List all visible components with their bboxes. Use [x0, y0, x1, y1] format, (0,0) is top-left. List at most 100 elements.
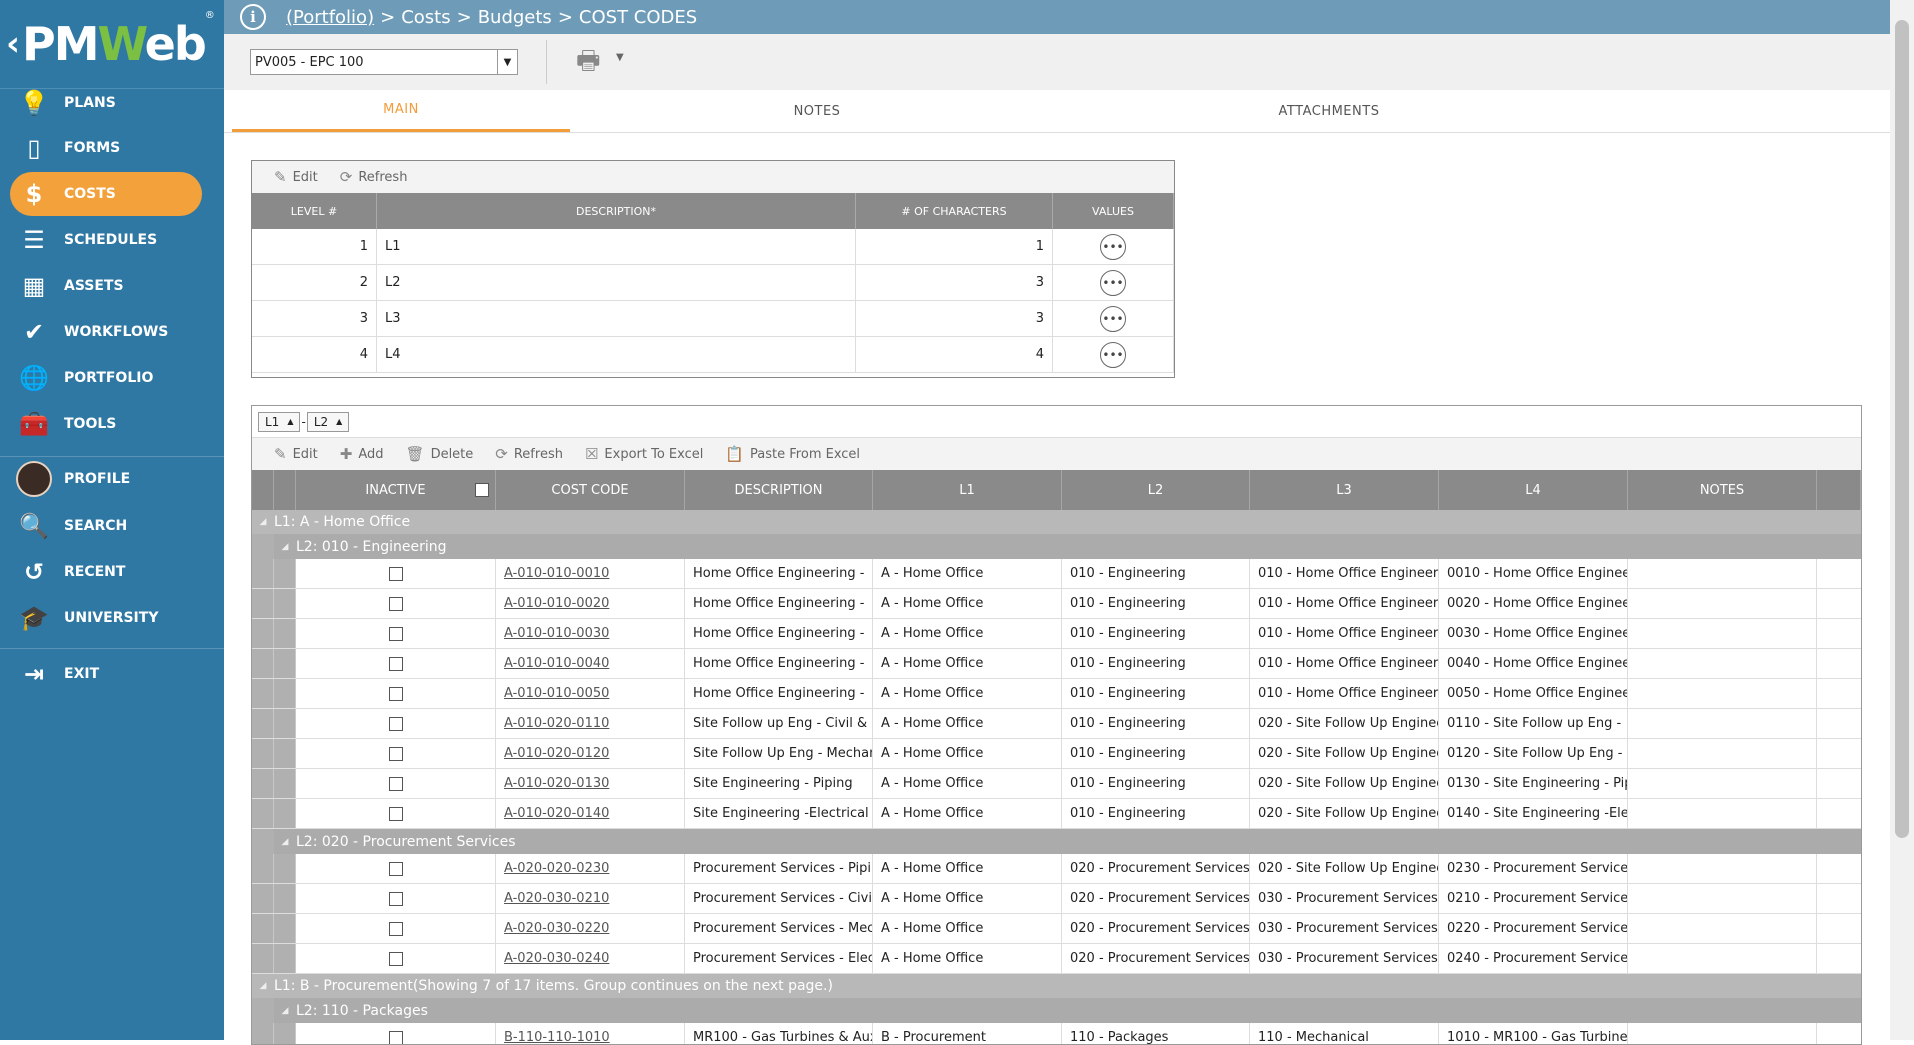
header-cost-code[interactable]: COST CODE [496, 470, 685, 510]
sidebar-item-costs[interactable]: $ COSTS [10, 172, 202, 216]
edit-button[interactable]: ✎ Edit [274, 445, 318, 463]
sidebar-item-profile[interactable]: PROFILE [10, 457, 202, 501]
table-row[interactable]: A-010-010-0020 Home Office Engineering - … [252, 589, 1861, 619]
table-row[interactable]: A-010-020-0140 Site Engineering -Electric… [252, 799, 1861, 829]
group-row-l2[interactable]: ◢ L2: 010 - Engineering [252, 534, 1861, 559]
more-options-icon[interactable]: ••• [1100, 305, 1126, 332]
inactive-checkbox[interactable] [388, 626, 403, 641]
collapse-icon[interactable]: ◢ [252, 981, 274, 991]
header-description[interactable]: DESCRIPTION* [377, 193, 856, 229]
table-row[interactable]: A-010-020-0130 Site Engineering - Piping A… [252, 769, 1861, 799]
header-notes[interactable]: NOTES [1628, 470, 1817, 510]
table-row[interactable]: A-010-020-0120 Site Follow Up Eng - Mecha… [252, 739, 1861, 769]
inactive-checkbox[interactable] [388, 686, 403, 701]
sidebar-item-schedules[interactable]: ☰ SCHEDULES [10, 218, 202, 262]
level-row[interactable]: 1 L1 1 ••• [252, 229, 1174, 265]
collapse-icon[interactable]: ◢ [252, 517, 274, 527]
table-row[interactable]: A-010-020-0110 Site Follow up Eng - Civil… [252, 709, 1861, 739]
paste-excel-button[interactable]: 📋 Paste From Excel [725, 445, 860, 463]
page-scrollbar[interactable] [1890, 0, 1914, 1040]
select-all-checkbox[interactable] [475, 483, 489, 497]
cost-code-link[interactable]: B-110-110-1010 [504, 1030, 610, 1044]
info-icon[interactable]: i [240, 4, 266, 30]
cost-code-link[interactable]: A-010-010-0020 [504, 596, 609, 611]
dropdown-arrow-icon[interactable]: ▼ [497, 50, 517, 74]
group-row-l1[interactable]: ◢ L1: B - Procurement(Showing 7 of 17 ite… [252, 974, 1861, 998]
sidebar-item-search[interactable]: 🔍 SEARCH [10, 504, 202, 548]
cost-code-link[interactable]: A-010-010-0030 [504, 626, 609, 641]
inactive-checkbox[interactable] [388, 566, 403, 581]
cost-code-link[interactable]: A-020-030-0210 [504, 891, 609, 906]
inactive-checkbox[interactable] [388, 716, 403, 731]
header-inactive[interactable]: INACTIVE [296, 470, 496, 510]
header-l4[interactable]: L4 [1439, 470, 1628, 510]
header-l3[interactable]: L3 [1250, 470, 1439, 510]
cost-code-link[interactable]: A-020-030-0220 [504, 921, 609, 936]
breadcrumb-portfolio-link[interactable]: (Portfolio) [286, 7, 374, 28]
cost-code-link[interactable]: A-010-010-0040 [504, 656, 609, 671]
level-row[interactable]: 2 L2 3 ••• [252, 265, 1174, 301]
group-row-l1[interactable]: ◢ L1: A - Home Office [252, 510, 1861, 534]
table-row[interactable]: A-020-030-0220 Procurement Services - Mec… [252, 914, 1861, 944]
header-level[interactable]: LEVEL # [252, 193, 377, 229]
sidebar-item-workflows[interactable]: ✔ WORKFLOWS [10, 310, 202, 354]
table-row[interactable]: A-010-010-0030 Home Office Engineering - … [252, 619, 1861, 649]
sidebar-item-assets[interactable]: ▦ ASSETS [10, 264, 202, 308]
header-description[interactable]: DESCRIPTION [685, 470, 873, 510]
group-row-l2[interactable]: ◢ L2: 020 - Procurement Services [252, 829, 1861, 854]
sidebar-item-plans[interactable]: 💡 PLANS [10, 81, 202, 125]
sidebar-item-portfolio[interactable]: 🌐 PORTFOLIO [10, 356, 202, 400]
cost-code-link[interactable]: A-010-020-0110 [504, 716, 609, 731]
group-chip-l2[interactable]: L2 ▲ [306, 411, 350, 432]
sidebar-item-forms[interactable]: ▯ FORMS [10, 126, 202, 170]
cost-code-link[interactable]: A-010-020-0130 [504, 776, 609, 791]
export-excel-button[interactable]: ☒ Export To Excel [585, 445, 703, 463]
pmweb-logo[interactable]: ‹ PMWeb ® [0, 0, 224, 89]
project-select[interactable]: PV005 - EPC 100 ▼ [250, 49, 518, 75]
table-row[interactable]: A-020-020-0230 Procurement Services - Pip… [252, 854, 1861, 884]
cost-code-link[interactable]: A-010-020-0120 [504, 746, 609, 761]
inactive-checkbox[interactable] [388, 921, 403, 936]
inactive-checkbox[interactable] [388, 596, 403, 611]
tab-notes[interactable]: NOTES [570, 90, 1064, 132]
collapse-icon[interactable]: ◢ [274, 542, 296, 552]
delete-button[interactable]: 🗑 Delete [406, 445, 474, 463]
sidebar-item-tools[interactable]: 🧰 TOOLS [10, 402, 202, 446]
levels-edit-button[interactable]: ✎ Edit [274, 168, 318, 186]
printer-icon[interactable]: 🖶 [576, 48, 606, 74]
cost-code-link[interactable]: A-020-020-0230 [504, 861, 609, 876]
table-row[interactable]: A-010-010-0010 Home Office Engineering - … [252, 559, 1861, 589]
chevron-down-icon[interactable]: ▼ [616, 52, 624, 63]
level-row[interactable]: 4 L4 4 ••• [252, 337, 1174, 373]
inactive-checkbox[interactable] [388, 746, 403, 761]
more-options-icon[interactable]: ••• [1100, 341, 1126, 368]
tab-attachments[interactable]: ATTACHMENTS [1064, 90, 1594, 132]
table-row[interactable]: B-110-110-1010 MR100 - Gas Turbines & Aux… [252, 1023, 1861, 1044]
cost-code-link[interactable]: A-010-010-0050 [504, 686, 609, 701]
header-values[interactable]: VALUES [1053, 193, 1174, 229]
table-row[interactable]: A-010-010-0050 Home Office Engineering - … [252, 679, 1861, 709]
collapse-icon[interactable]: ◢ [274, 1006, 296, 1016]
refresh-button[interactable]: ⟳ Refresh [495, 445, 563, 463]
table-row[interactable]: A-010-010-0040 Home Office Engineering - … [252, 649, 1861, 679]
scrollbar-thumb[interactable] [1895, 20, 1909, 838]
inactive-checkbox[interactable] [388, 1030, 403, 1044]
cost-code-link[interactable]: A-020-030-0240 [504, 951, 609, 966]
levels-refresh-button[interactable]: ⟳ Refresh [340, 168, 408, 186]
tab-main[interactable]: MAIN [232, 90, 570, 132]
back-chevron-icon[interactable]: ‹ [6, 24, 20, 64]
more-options-icon[interactable]: ••• [1100, 233, 1126, 260]
cost-code-link[interactable]: A-010-020-0140 [504, 806, 609, 821]
table-row[interactable]: A-020-030-0240 Procurement Services - Ele… [252, 944, 1861, 974]
cost-code-link[interactable]: A-010-010-0010 [504, 566, 609, 581]
more-options-icon[interactable]: ••• [1100, 269, 1126, 296]
inactive-checkbox[interactable] [388, 951, 403, 966]
header-characters[interactable]: # OF CHARACTERS [856, 193, 1053, 229]
sidebar-item-recent[interactable]: ↺ RECENT [10, 550, 202, 594]
sidebar-item-university[interactable]: 🎓 UNIVERSITY [10, 596, 202, 640]
level-row[interactable]: 3 L3 3 ••• [252, 301, 1174, 337]
table-row[interactable]: A-020-030-0210 Procurement Services - Civ… [252, 884, 1861, 914]
inactive-checkbox[interactable] [388, 861, 403, 876]
add-button[interactable]: ✚ Add [340, 445, 384, 463]
group-chip-l1[interactable]: L1 ▲ [258, 411, 301, 432]
